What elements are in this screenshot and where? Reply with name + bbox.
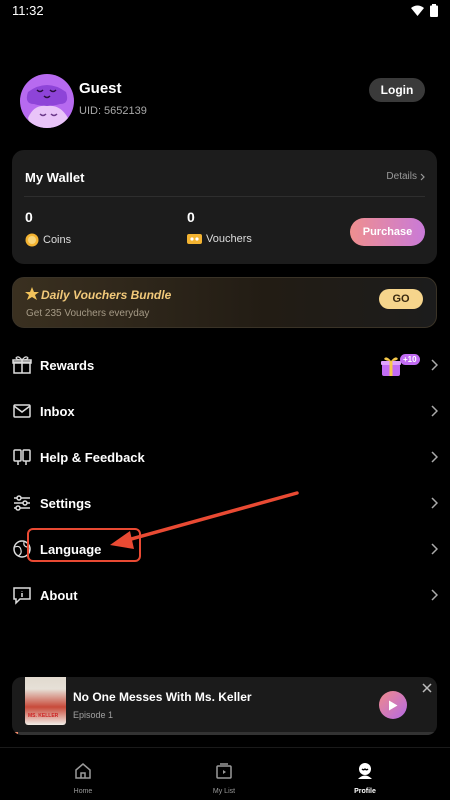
vouchers-label: Vouchers (206, 233, 252, 245)
play-icon (389, 700, 398, 710)
avatar-face-icon (26, 85, 68, 128)
chevron-right-icon (431, 589, 438, 601)
menu-label-inbox: Inbox (40, 404, 75, 419)
avatar[interactable] (20, 74, 74, 128)
wallet-card: My Wallet Details 0 Coins 0 Vouchers Pur… (12, 150, 437, 264)
purchase-button[interactable]: Purchase (350, 218, 425, 246)
chevron-right-icon (431, 497, 438, 509)
tab-my-list-label: My List (212, 788, 236, 795)
menu-item-about[interactable]: About (0, 573, 450, 619)
chevron-right-icon (431, 405, 438, 417)
my-list-icon (216, 763, 232, 779)
player-progress-fill (12, 732, 19, 735)
profile-icon (358, 763, 372, 779)
voucher-icon (187, 234, 202, 244)
status-icons (411, 4, 438, 17)
wallet-details-label: Details (386, 171, 417, 182)
close-player-button[interactable] (422, 680, 432, 696)
wifi-icon (411, 5, 424, 16)
menu-item-rewards[interactable]: Rewards +10 (0, 343, 450, 389)
coin-icon (25, 233, 39, 247)
profile-name: Guest (79, 80, 122, 97)
coins-stat[interactable]: 0 Coins (25, 209, 71, 247)
status-bar: 11:32 (0, 0, 450, 22)
bottom-tab-bar: Home My List Profile (0, 747, 450, 800)
chevron-right-icon (431, 543, 438, 555)
play-button[interactable] (379, 691, 407, 719)
coins-value: 0 (25, 209, 33, 225)
tab-home[interactable]: Home (53, 762, 113, 795)
profile-uid: UID: 5652139 (79, 105, 147, 117)
menu-label-settings: Settings (40, 496, 92, 511)
info-chat-icon (13, 587, 31, 605)
menu-item-settings[interactable]: Settings (0, 481, 450, 527)
tab-profile[interactable]: Profile (335, 762, 395, 795)
wallet-divider (24, 196, 425, 197)
profile-header: Guest UID: 5652139 Login (20, 74, 430, 130)
chevron-right-icon (431, 451, 438, 463)
bundle-title: Daily Vouchers Bundle (41, 288, 172, 302)
home-icon (75, 763, 91, 779)
chevron-right-icon (420, 173, 425, 180)
tab-home-label: Home (73, 788, 93, 795)
daily-vouchers-bundle[interactable]: Daily Vouchers Bundle Get 235 Vouchers e… (12, 277, 437, 328)
mini-player[interactable]: MS. KELLER No One Messes With Ms. Keller… (12, 677, 437, 735)
status-time: 11:32 (12, 3, 44, 18)
drama-poster[interactable]: MS. KELLER (25, 677, 66, 725)
battery-icon (430, 4, 438, 17)
menu-item-inbox[interactable]: Inbox (0, 389, 450, 435)
menu-list: Rewards +10 Inbox Help & Feedback Settin… (0, 343, 450, 619)
wallet-details-link[interactable]: Details (386, 171, 425, 182)
login-button[interactable]: Login (369, 78, 425, 102)
wallet-title: My Wallet (25, 170, 85, 185)
rewards-badge: +10 (380, 352, 420, 378)
chevron-right-icon (431, 359, 438, 371)
sliders-icon (14, 495, 30, 511)
go-button[interactable]: GO (379, 289, 423, 309)
menu-item-help-feedback[interactable]: Help & Feedback (0, 435, 450, 481)
vouchers-value: 0 (187, 209, 195, 225)
rewards-badge-count: +10 (400, 354, 420, 365)
gift-color-icon (381, 357, 401, 376)
coins-label: Coins (43, 234, 72, 246)
close-icon (422, 683, 432, 693)
player-title: No One Messes With Ms. Keller (73, 690, 252, 704)
player-progress-bar[interactable] (12, 732, 437, 735)
menu-label-rewards: Rewards (40, 358, 95, 373)
player-episode: Episode 1 (73, 710, 114, 720)
star-badge-icon (25, 287, 39, 300)
bundle-subtitle: Get 235 Vouchers everyday (26, 308, 150, 319)
envelope-icon (13, 404, 31, 418)
menu-label-about: About (40, 588, 78, 603)
tab-my-list[interactable]: My List (194, 762, 254, 795)
annotation-highlight-box (27, 528, 141, 562)
menu-label-help-feedback: Help & Feedback (40, 450, 145, 465)
poster-text: MS. KELLER (28, 713, 59, 719)
vouchers-stat[interactable]: 0 Vouchers (187, 209, 252, 245)
help-icon (13, 449, 31, 465)
tab-profile-label: Profile (354, 788, 376, 795)
gift-outline-icon (12, 356, 32, 374)
